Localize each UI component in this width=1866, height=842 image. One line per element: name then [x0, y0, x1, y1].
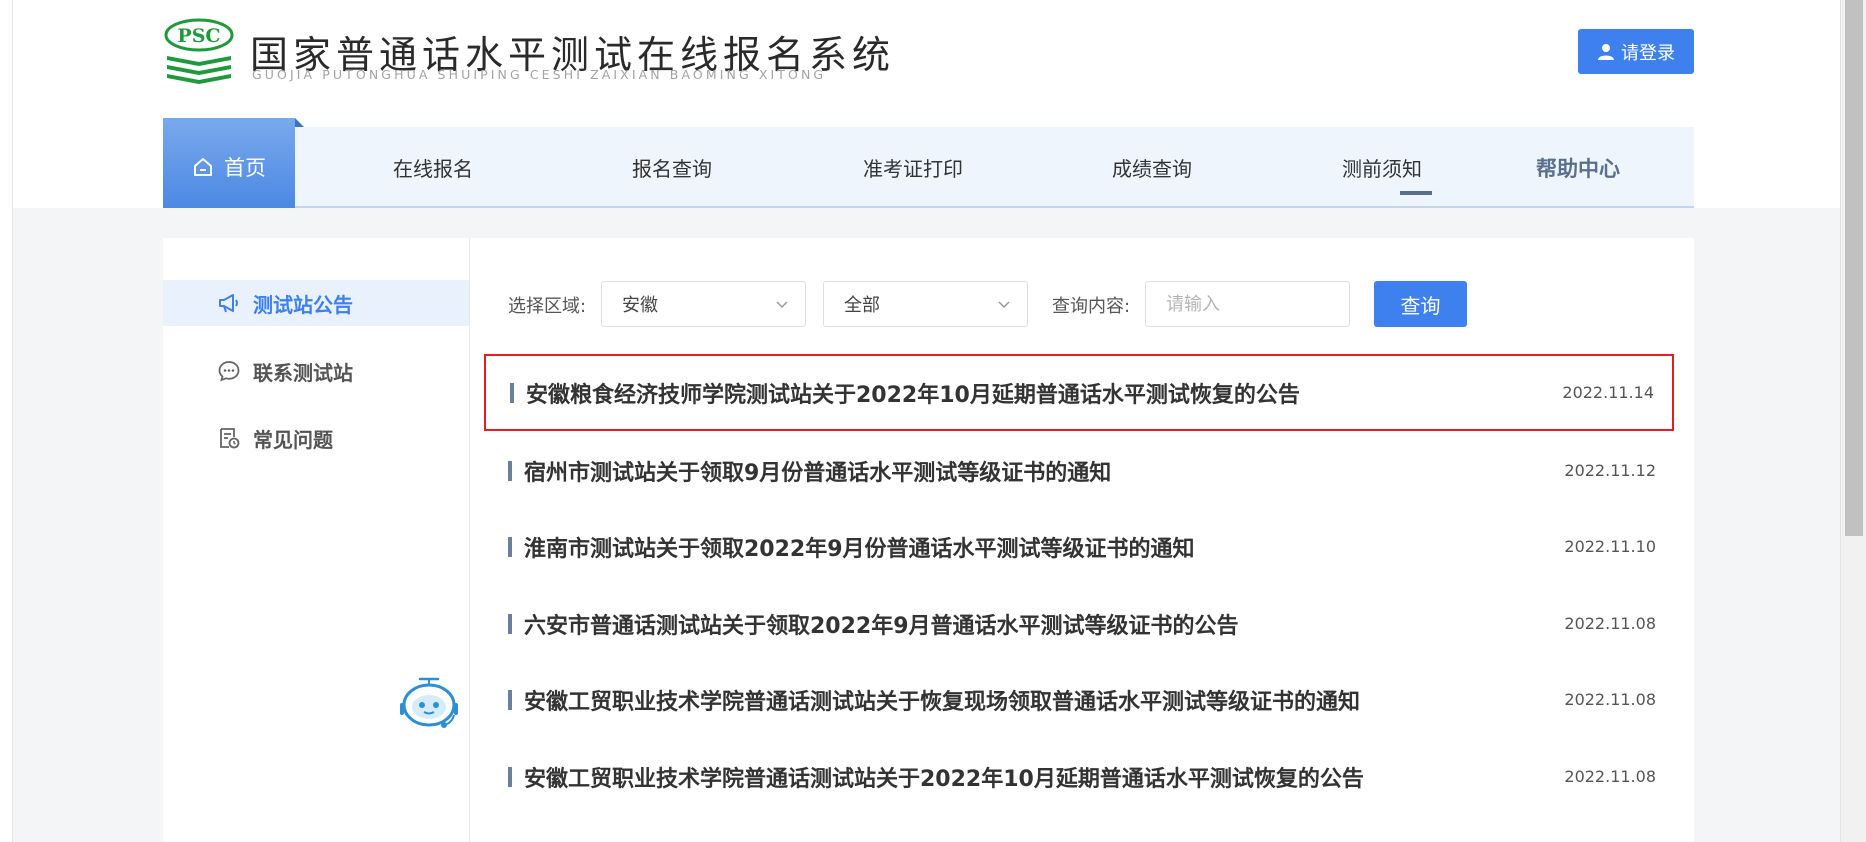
notice-title[interactable]: 安徽粮食经济技师学院测试站关于2022年10月延期普通话水平测试恢复的公告	[526, 377, 1542, 409]
sidebar-item-announcements[interactable]: 测试站公告	[163, 280, 469, 326]
notice-item[interactable]: 宿州市测试站关于领取9月份普通话水平测试等级证书的通知 2022.11.12	[484, 432, 1674, 509]
nav-item-registration-query[interactable]: 报名查询	[572, 127, 772, 208]
notice-date: 2022.11.08	[1564, 767, 1656, 786]
nav-home-corner	[295, 118, 304, 127]
nav-home[interactable]: 首页	[163, 118, 295, 208]
query-button[interactable]: 查询	[1374, 281, 1467, 327]
notice-date: 2022.11.12	[1564, 461, 1656, 480]
notice-bullet	[508, 689, 512, 710]
notice-bullet	[510, 382, 514, 403]
notice-bullet	[508, 613, 512, 634]
nav-item-admission-ticket[interactable]: 准考证打印	[813, 127, 1013, 208]
notice-date: 2022.11.10	[1564, 537, 1656, 556]
search-input[interactable]	[1145, 281, 1350, 327]
svg-text:PSC: PSC	[177, 25, 220, 47]
nav-item-help-center[interactable]: 帮助中心	[1478, 127, 1678, 208]
assistant-robot-icon[interactable]	[396, 675, 462, 731]
scope-select[interactable]: 全部	[823, 281, 1028, 327]
query-label: 查询内容:	[1052, 296, 1131, 317]
home-icon	[194, 158, 212, 176]
notice-bullet	[508, 460, 512, 481]
notice-date: 2022.11.08	[1564, 690, 1656, 709]
sidebar-item-label: 联系测试站	[253, 360, 353, 385]
notice-title[interactable]: 六安市普通话测试站关于领取2022年9月普通话水平测试等级证书的公告	[524, 608, 1544, 640]
notice-title[interactable]: 淮南市测试站关于领取2022年9月份普通话水平测试等级证书的通知	[524, 531, 1544, 563]
scrollbar-thumb[interactable]	[1845, 0, 1863, 536]
notice-title[interactable]: 安徽工贸职业技术学院普通话测试站关于2022年10月延期普通话水平测试恢复的公告	[524, 761, 1544, 793]
notice-item[interactable]: 淮南市测试站关于领取2022年9月份普通话水平测试等级证书的通知 2022.11…	[484, 508, 1674, 585]
notice-bullet	[508, 766, 512, 787]
main-nav: 首页 在线报名 报名查询 准考证打印 成绩查询 测前须知 帮助中心	[163, 118, 1694, 208]
notice-date: 2022.11.14	[1562, 383, 1654, 402]
faq-document-icon	[220, 428, 240, 449]
user-icon	[1598, 43, 1614, 60]
login-label: 请登录	[1621, 42, 1675, 64]
notice-date: 2022.11.08	[1564, 614, 1656, 633]
nav-item-pre-test-notes[interactable]: 测前须知	[1282, 127, 1482, 208]
notice-item[interactable]: 安徽工贸职业技术学院普通话测试站关于2022年10月延期普通话水平测试恢复的公告…	[484, 738, 1674, 815]
sidebar: 测试站公告 联系测试站 常见问题	[163, 238, 470, 842]
nav-home-label: 首页	[224, 156, 266, 180]
notice-title[interactable]: 宿州市测试站关于领取9月份普通话水平测试等级证书的通知	[524, 455, 1544, 487]
chevron-down-icon	[776, 301, 788, 309]
notice-item[interactable]: 安徽粮食经济技师学院测试站关于2022年10月延期普通话水平测试恢复的公告 20…	[484, 354, 1674, 431]
notice-bullet	[508, 536, 512, 557]
sidebar-item-contact-station[interactable]: 联系测试站	[163, 348, 469, 394]
notice-item[interactable]: 六安市普通话测试站关于领取2022年9月普通话水平测试等级证书的公告 2022.…	[484, 585, 1674, 662]
sidebar-item-label: 常见问题	[253, 427, 333, 452]
scrollbar[interactable]	[1840, 0, 1866, 842]
chat-bubble-icon	[218, 361, 240, 382]
psc-logo[interactable]: PSC	[163, 18, 235, 88]
sidebar-item-label: 测试站公告	[253, 292, 353, 317]
scope-select-value: 全部	[844, 295, 880, 316]
chevron-down-icon	[998, 301, 1010, 309]
notice-item[interactable]: 安徽工贸职业技术学院普通话测试站关于恢复现场领取普通话水平测试等级证书的通知 2…	[484, 661, 1674, 738]
sidebar-item-faq[interactable]: 常见问题	[163, 415, 469, 461]
nav-item-online-registration[interactable]: 在线报名	[333, 127, 533, 208]
login-button[interactable]: 请登录	[1578, 29, 1694, 74]
region-select[interactable]: 安徽	[601, 281, 806, 327]
nav-active-indicator	[1400, 191, 1432, 195]
region-select-value: 安徽	[622, 295, 658, 316]
site-subtitle: GUOJIA PUTONGHUA SHUIPING CESHI ZAIXIAN …	[252, 67, 827, 82]
nav-item-score-query[interactable]: 成绩查询	[1052, 127, 1252, 208]
megaphone-icon	[219, 294, 238, 313]
region-label: 选择区域:	[508, 296, 587, 317]
notice-title[interactable]: 安徽工贸职业技术学院普通话测试站关于恢复现场领取普通话水平测试等级证书的通知	[524, 684, 1544, 716]
